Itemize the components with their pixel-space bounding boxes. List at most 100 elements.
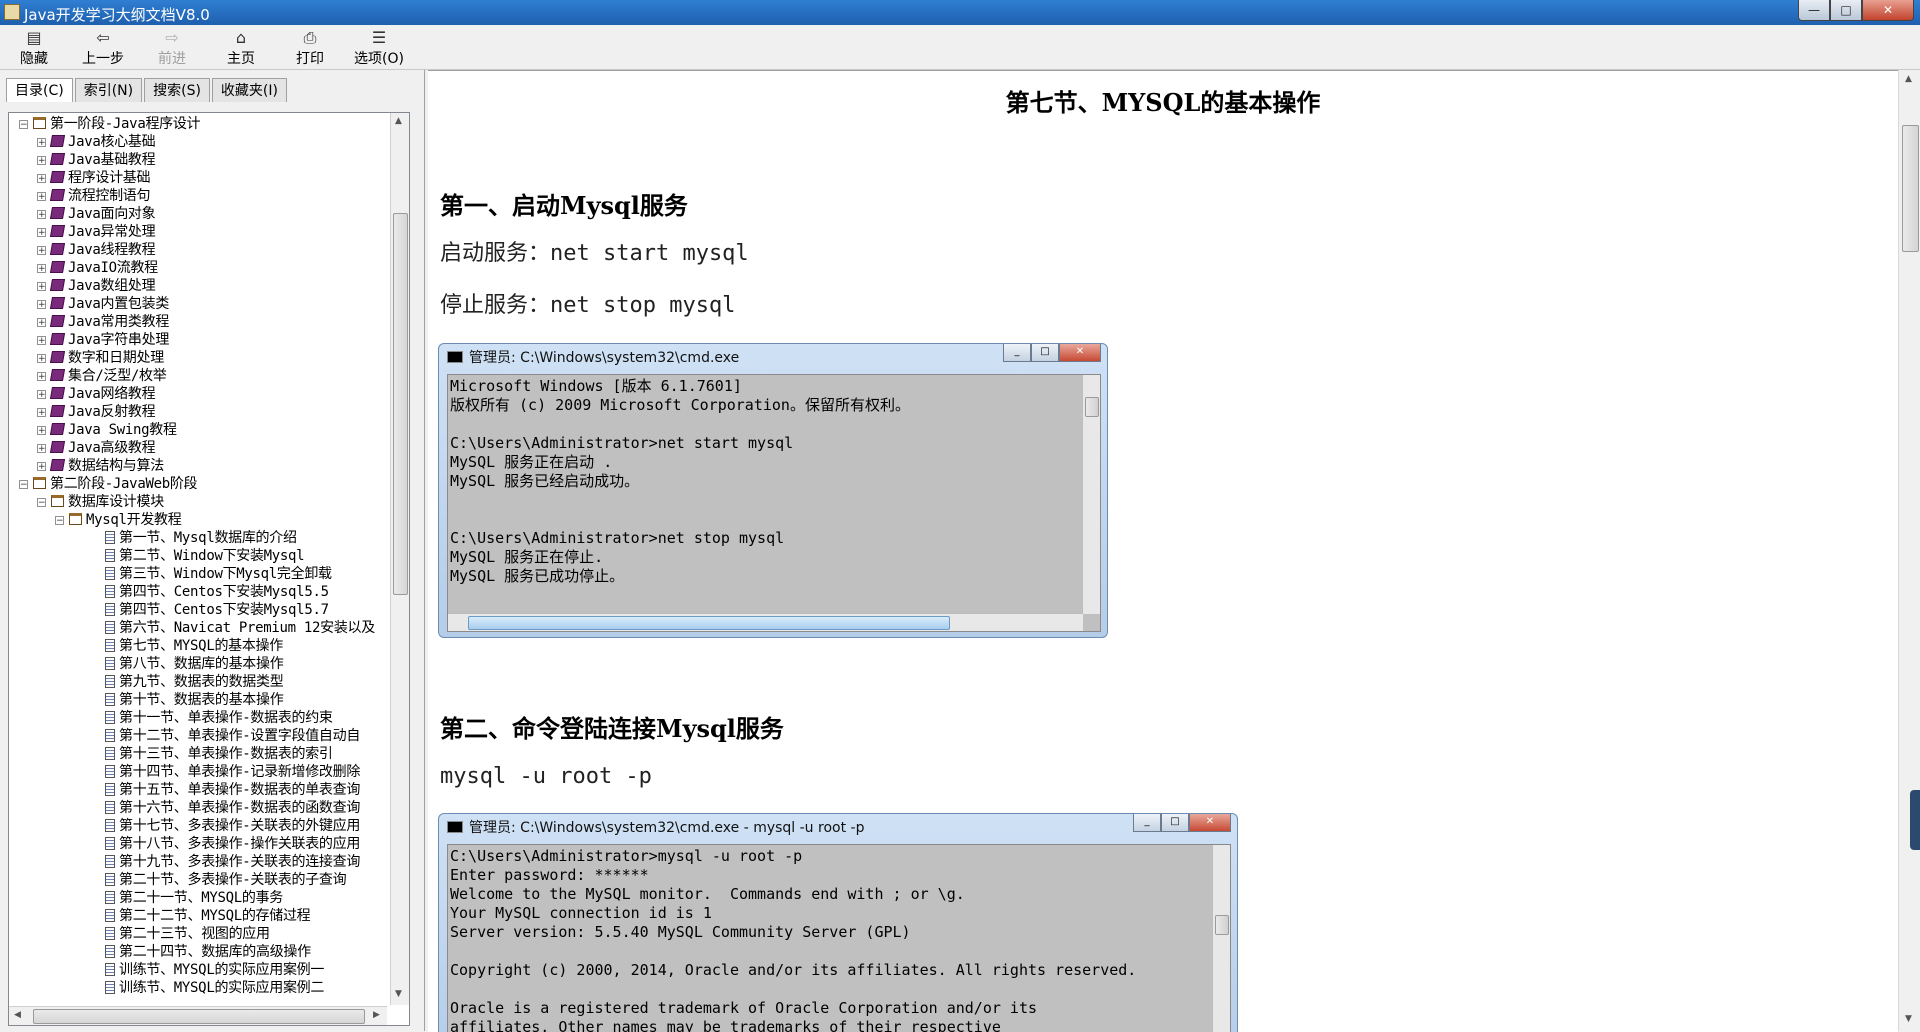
tree-item[interactable]: 第二十三节、视图的应用 (105, 925, 270, 943)
tree-scroll-thumb[interactable] (393, 213, 408, 595)
tree-vertical-scrollbar[interactable]: ▲ ▼ (390, 113, 409, 1005)
tree-item[interactable]: 第六节、Navicat Premium 12安装以及 (105, 619, 375, 637)
close-button[interactable]: ✕ (1862, 0, 1914, 21)
tree-expander-icon[interactable]: − (19, 480, 28, 490)
tab-index[interactable]: 索引(N) (74, 78, 143, 102)
tree-item[interactable]: 数据结构与算法 (49, 457, 164, 475)
tree-expander-icon[interactable]: + (37, 426, 46, 436)
options-button[interactable]: ☰ 选项(O) (349, 28, 409, 68)
tree-item[interactable]: Java高级教程 (49, 439, 156, 457)
scroll-up-arrow-icon[interactable]: ▲ (395, 116, 402, 126)
tree-item[interactable]: Java Swing教程 (49, 421, 177, 439)
tree-item[interactable]: Mysql开发教程 (69, 511, 182, 529)
tree-expander-icon[interactable]: + (37, 336, 46, 346)
tree-item[interactable]: 第四节、Centos下安装Mysql5.7 (105, 601, 329, 619)
scroll-left-arrow-icon[interactable]: ◀ (14, 1010, 21, 1020)
tab-search[interactable]: 搜索(S) (144, 78, 210, 102)
content-scroll-down-icon[interactable]: ▼ (1905, 1014, 1912, 1024)
tree-item[interactable]: 第七节、MYSQL的基本操作 (105, 637, 283, 655)
tree-item[interactable]: 训练节、MYSQL的实际应用案例一 (105, 961, 324, 979)
forward-button[interactable]: ⇨ 前进 (142, 28, 202, 68)
tree-item[interactable]: 第四节、Centos下安装Mysql5.5 (105, 583, 329, 601)
tree-expander-icon[interactable]: + (37, 300, 46, 310)
tree-item[interactable]: 第二十节、多表操作-关联表的子查询 (105, 871, 347, 889)
tree-horizontal-scrollbar[interactable]: ◀ ▶ (9, 1006, 387, 1025)
tree-item[interactable]: Java基础教程 (49, 151, 156, 169)
minimize-button[interactable]: — (1798, 0, 1830, 21)
tree-item[interactable]: 第二十一节、MYSQL的事务 (105, 889, 283, 907)
tree-item[interactable]: 训练节、MYSQL的实际应用案例二 (105, 979, 324, 997)
tree-item[interactable]: Java常用类教程 (49, 313, 169, 331)
tree-expander-icon[interactable]: + (37, 408, 46, 418)
tree-item[interactable]: 程序设计基础 (49, 169, 151, 187)
side-handle[interactable] (1910, 790, 1920, 850)
tree-expander-icon[interactable]: + (37, 462, 46, 472)
tree-expander-icon[interactable]: + (37, 192, 46, 202)
content-scroll-up-icon[interactable]: ▲ (1905, 74, 1912, 84)
tree-item[interactable]: 第三节、Window下Mysql完全卸载 (105, 565, 332, 583)
tree-item[interactable]: 第十八节、多表操作-操作关联表的应用 (105, 835, 360, 853)
tree-item[interactable]: Java网络教程 (49, 385, 156, 403)
hide-button[interactable]: ▤ 隐藏 (4, 28, 64, 68)
tree-item[interactable]: 第十五节、单表操作-数据表的单表查询 (105, 781, 360, 799)
tree-item[interactable]: 集合/泛型/枚举 (49, 367, 167, 385)
tree-expander-icon[interactable]: + (37, 138, 46, 148)
home-button[interactable]: ⌂ 主页 (211, 28, 271, 68)
tree-item[interactable]: 数据库设计模块 (51, 493, 164, 511)
tree-item[interactable]: 第十四节、单表操作-记录新增修改删除 (105, 763, 360, 781)
tree-expander-icon[interactable]: + (37, 372, 46, 382)
tree-expander-icon[interactable]: + (37, 210, 46, 220)
tree-expander-icon[interactable]: − (55, 516, 64, 526)
content-scroll-thumb[interactable] (1902, 125, 1919, 252)
tree-item[interactable]: 第十三节、单表操作-数据表的索引 (105, 745, 333, 763)
tree-item[interactable]: 第九节、数据表的数据类型 (105, 673, 284, 691)
tree-expander-icon[interactable]: + (37, 264, 46, 274)
tree-expander-icon[interactable]: + (37, 156, 46, 166)
maximize-button[interactable]: □ (1830, 0, 1862, 21)
tree-item[interactable]: 第十二节、单表操作-设置字段值自动自 (105, 727, 360, 745)
topic-page-icon (105, 819, 115, 832)
tree-item[interactable]: 第十一节、单表操作-数据表的约束 (105, 709, 333, 727)
tree-item[interactable]: Java异常处理 (49, 223, 156, 241)
tree-item[interactable]: Java内置包装类 (49, 295, 169, 313)
tree-item[interactable]: Java面向对象 (49, 205, 156, 223)
tree-item[interactable]: 第八节、数据库的基本操作 (105, 655, 284, 673)
tree-item[interactable]: Java数组处理 (49, 277, 156, 295)
tree-expander-icon[interactable]: − (19, 120, 28, 130)
tree-expander-icon[interactable]: + (37, 318, 46, 328)
scroll-right-arrow-icon[interactable]: ▶ (373, 1010, 380, 1020)
tree-item[interactable]: Java核心基础 (49, 133, 156, 151)
tab-contents[interactable]: 目录(C) (6, 78, 73, 102)
tree-item[interactable]: Java线程教程 (49, 241, 156, 259)
tab-favorites[interactable]: 收藏夹(I) (211, 78, 287, 102)
tree-expander-icon[interactable]: − (37, 498, 46, 508)
content-vertical-scrollbar[interactable]: ▲ ▼ (1898, 70, 1920, 1031)
tree-expander-icon[interactable]: + (37, 174, 46, 184)
tree-item[interactable]: 第十节、数据表的基本操作 (105, 691, 284, 709)
tree-item[interactable]: 第二十四节、数据库的高级操作 (105, 943, 311, 961)
tree-item[interactable]: 第十六节、单表操作-数据表的函数查询 (105, 799, 360, 817)
tree-item[interactable]: 第十七节、多表操作-关联表的外键应用 (105, 817, 360, 835)
tree-expander-icon[interactable]: + (37, 444, 46, 454)
tree-item[interactable]: 第二阶段-JavaWeb阶段 (33, 475, 198, 493)
tree-item[interactable]: 第十九节、多表操作-关联表的连接查询 (105, 853, 360, 871)
tree-item[interactable]: 第一阶段-Java程序设计 (33, 115, 201, 133)
back-button[interactable]: ⇦ 上一步 (73, 28, 133, 68)
tree-expander-icon[interactable]: + (37, 282, 46, 292)
tree-item[interactable]: 第一节、Mysql数据库的介绍 (105, 529, 297, 547)
tree-item[interactable]: JavaIO流教程 (49, 259, 158, 277)
tree-expander-icon[interactable]: + (37, 390, 46, 400)
tree-item[interactable]: 流程控制语句 (49, 187, 151, 205)
tree-item[interactable]: 第二节、Window下安装Mysql (105, 547, 305, 565)
tree-expander-icon[interactable]: + (37, 246, 46, 256)
scroll-down-arrow-icon[interactable]: ▼ (395, 989, 402, 999)
tree-item[interactable]: Java字符串处理 (49, 331, 169, 349)
tree-item[interactable]: 第二十二节、MYSQL的存储过程 (105, 907, 311, 925)
topic-page-icon (105, 639, 115, 652)
tree-hscroll-thumb[interactable] (33, 1009, 365, 1024)
tree-item[interactable]: Java反射教程 (49, 403, 156, 421)
print-button[interactable]: ⎙ 打印 (280, 28, 340, 68)
tree-item[interactable]: 数字和日期处理 (49, 349, 164, 367)
tree-expander-icon[interactable]: + (37, 354, 46, 364)
tree-expander-icon[interactable]: + (37, 228, 46, 238)
